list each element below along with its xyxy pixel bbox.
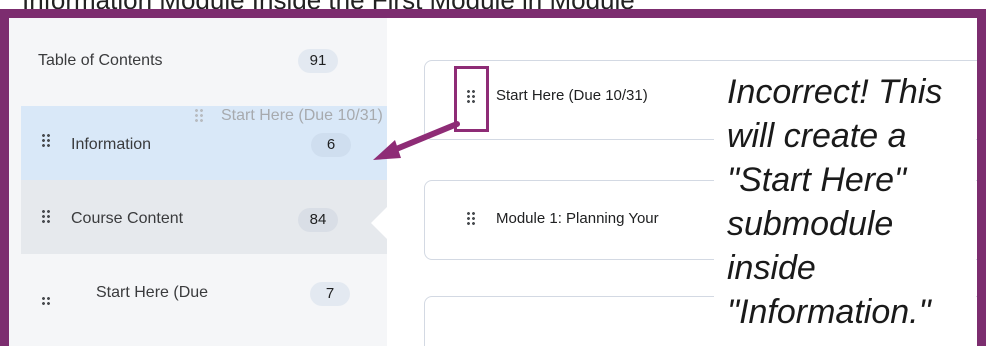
- grip-dots-icon[interactable]: [41, 296, 51, 306]
- arrow-icon: [373, 121, 460, 160]
- module-count-badge: 6: [311, 133, 351, 157]
- sidebar-item-course-content[interactable]: Course Content 84: [21, 180, 387, 254]
- toc-count-badge: 91: [298, 49, 338, 73]
- module-count-badge: 84: [298, 208, 338, 232]
- sidebar-item-label: Information: [71, 136, 152, 153]
- table-of-contents-label: Table of Contents: [38, 52, 163, 69]
- drag-ghost-label: Start Here (Due 10/31): [221, 107, 383, 124]
- grip-dots-icon[interactable]: [466, 211, 476, 227]
- sidebar-item-start-here[interactable]: Start Here (Due 7: [21, 254, 387, 346]
- grip-dots-icon: [194, 108, 204, 124]
- grip-dots-icon[interactable]: [41, 133, 51, 149]
- sidebar: Table of Contents 91 Information 6 Cours…: [9, 18, 387, 346]
- sidebar-item-label: Start Here (Due: [96, 284, 209, 301]
- annotation-callout: Incorrect! This will create a "Start Her…: [714, 70, 976, 334]
- module-card-title: Start Here (Due 10/31): [496, 87, 648, 104]
- sidebar-item-label: Course Content: [71, 210, 184, 227]
- module-count-badge: 7: [310, 282, 350, 306]
- grip-dots-icon[interactable]: [41, 209, 51, 225]
- annotation-frame: Table of Contents 91 Information 6 Cours…: [0, 9, 986, 346]
- module-card-title: Module 1: Planning Your: [496, 210, 659, 227]
- screenshot-stage: Table of Contents 91 Information 6 Cours…: [9, 18, 977, 346]
- selection-pointer: [371, 207, 387, 239]
